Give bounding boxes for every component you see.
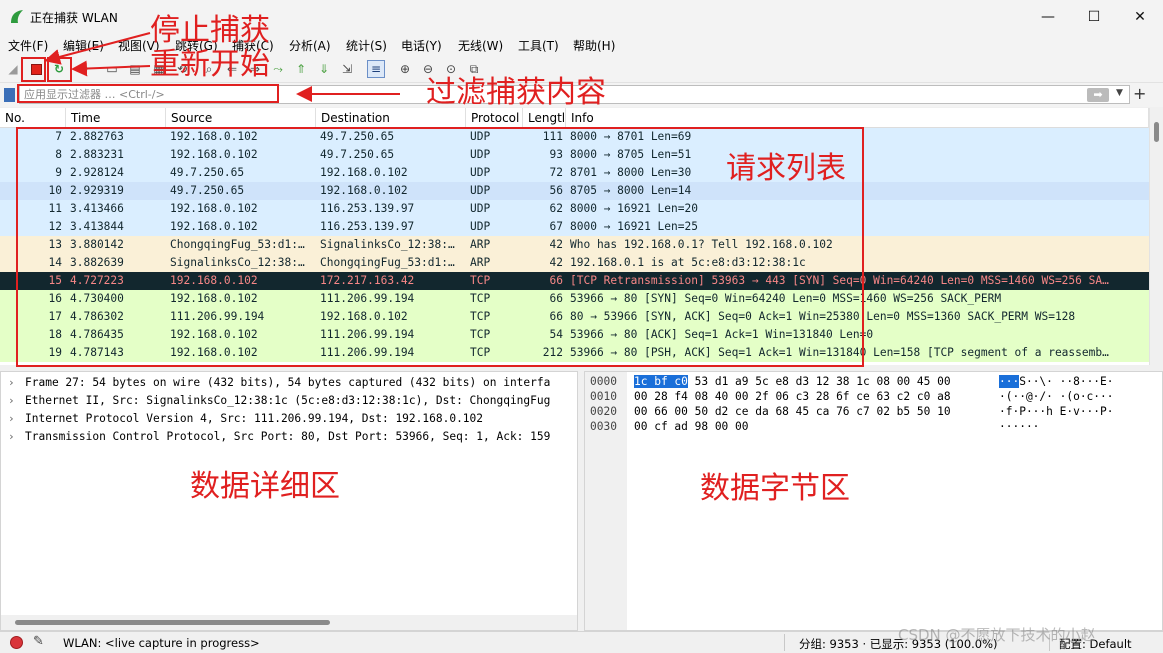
annotation-detail-area: 数据详细区 xyxy=(190,469,340,504)
annotation-request-list: 请求列表 xyxy=(726,151,846,186)
annotation-bytes-area: 数据字节区 xyxy=(700,471,850,506)
arrow-restart xyxy=(71,60,151,77)
annotation-filter: 过滤捕获内容 xyxy=(426,75,606,110)
arrow-stop xyxy=(44,32,151,65)
annotation-stop-capture: 停止捕获 xyxy=(150,13,270,48)
annotation-restart: 重新开始 xyxy=(150,47,270,82)
csdn-watermark: CSDN @不愿放下技术的小赵 xyxy=(898,626,1096,644)
